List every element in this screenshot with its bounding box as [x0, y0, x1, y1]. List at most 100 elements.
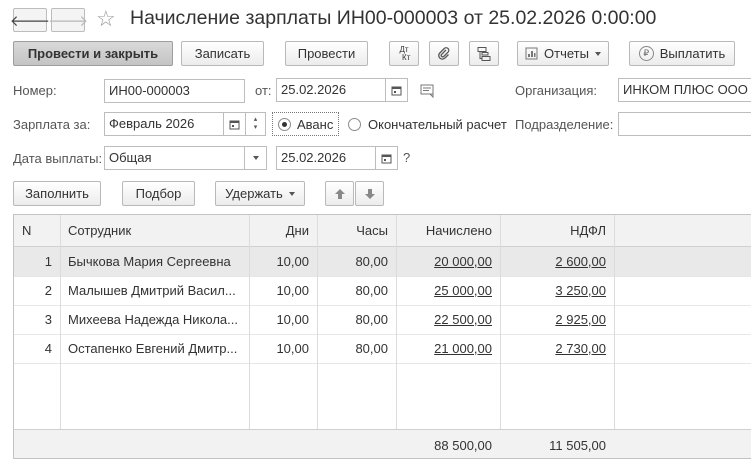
col-accrued[interactable]: Начислено — [396, 215, 500, 246]
table-row[interactable]: 4 Остапенко Евгений Дмитр... 10,00 80,00… — [14, 334, 751, 364]
forward-button[interactable]: 🡒 — [47, 8, 89, 32]
row-accrued[interactable]: 21 000,00 — [396, 334, 500, 363]
withhold-button[interactable]: Удержать — [215, 181, 305, 206]
column-divider — [249, 215, 250, 458]
row-accrued[interactable]: 20 000,00 — [396, 247, 500, 276]
advance-focus-frame — [272, 112, 339, 136]
row-accrued[interactable]: 22 500,00 — [396, 305, 500, 334]
column-divider — [500, 215, 501, 458]
row-ndfl[interactable]: 3 250,00 — [500, 276, 614, 305]
final-settlement-label[interactable]: Окончательный расчет — [368, 117, 507, 132]
row-employee: Михеева Надежда Никола... — [68, 312, 238, 327]
save-button[interactable]: Записать — [181, 41, 264, 66]
ndfl-link[interactable]: 2 600,00 — [555, 254, 606, 269]
row-accrued[interactable]: 25 000,00 — [396, 276, 500, 305]
move-down-icon — [364, 188, 375, 199]
ndfl-link[interactable]: 3 250,00 — [555, 283, 606, 298]
row-employee: Малышев Дмитрий Васил... — [68, 283, 236, 298]
accruals-table[interactable]: N Сотрудник Дни Часы Начислено НДФЛ 1 Бы… — [13, 214, 751, 459]
col-hours[interactable]: Часы — [317, 215, 396, 246]
reports-button[interactable]: Отчеты — [517, 41, 609, 66]
dropdown-icon — [252, 156, 259, 160]
accrued-link[interactable]: 20 000,00 — [434, 254, 492, 269]
table-header: N Сотрудник Дни Часы Начислено НДФЛ — [14, 215, 751, 247]
column-divider — [396, 215, 397, 458]
date-field[interactable]: 25.02.2026 — [276, 78, 386, 102]
final-settlement-radio[interactable] — [348, 118, 361, 131]
pay-type-dropdown-button[interactable] — [245, 146, 267, 170]
table-row[interactable]: 2 Малышев Дмитрий Васил... 10,00 80,00 2… — [14, 276, 751, 306]
structure-button[interactable] — [469, 41, 499, 66]
comment-icon[interactable] — [420, 84, 436, 98]
pay-date-field[interactable]: 25.02.2026 — [276, 146, 376, 170]
table-row[interactable]: 3 Михеева Надежда Никола... 10,00 80,00 … — [14, 305, 751, 335]
row-hours: 80,00 — [355, 312, 388, 327]
from-label: от: — [255, 83, 272, 98]
pay-button[interactable]: ₽ Выплатить — [629, 41, 735, 66]
dt-kt-button[interactable]: Дт Кт — [389, 41, 419, 66]
ndfl-link[interactable]: 2 925,00 — [555, 312, 606, 327]
accrued-link[interactable]: 21 000,00 — [434, 341, 492, 356]
post-and-close-button[interactable]: Провести и закрыть — [13, 41, 173, 66]
period-calendar-button[interactable] — [224, 112, 246, 136]
withhold-label: Удержать — [225, 186, 283, 201]
back-arrow-icon: 🡐 — [9, 12, 51, 30]
column-divider — [614, 215, 615, 458]
salary-for-label: Зарплата за: — [13, 117, 91, 132]
column-divider — [317, 215, 318, 458]
row-n: 1 — [44, 254, 52, 269]
col-n[interactable]: N — [14, 215, 60, 246]
coin-icon: ₽ — [638, 46, 654, 61]
accrued-link[interactable]: 25 000,00 — [434, 283, 492, 298]
row-ndfl[interactable]: 2 600,00 — [500, 247, 614, 276]
row-hours: 80,00 — [355, 283, 388, 298]
accrued-link[interactable]: 22 500,00 — [434, 312, 492, 327]
row-days: 10,00 — [276, 312, 309, 327]
calendar-icon — [381, 154, 392, 163]
star-icon[interactable]: ☆ — [96, 6, 116, 32]
fill-button[interactable]: Заполнить — [13, 181, 101, 206]
total-ndfl: 11 505,00 — [549, 437, 606, 453]
organization-field[interactable]: ИНКОМ ПЛЮС ООО — [618, 78, 751, 102]
structure-icon — [477, 46, 491, 61]
table-row[interactable]: 1 Бычкова Мария Сергеевна 10,00 80,00 20… — [14, 247, 751, 277]
organization-label: Организация: — [515, 83, 598, 98]
row-employee: Остапенко Евгений Дмитр... — [68, 341, 238, 356]
number-field[interactable]: ИН00-000003 — [104, 79, 245, 103]
row-n: 3 — [44, 312, 52, 327]
pay-date-label: Дата выплаты: — [13, 151, 103, 166]
move-up-button[interactable] — [325, 181, 354, 206]
col-employee[interactable]: Сотрудник — [60, 215, 249, 246]
period-spin-button[interactable]: ▴ ▾ — [246, 112, 266, 136]
window-title: Начисление зарплаты ИН00-000003 от 25.02… — [130, 7, 657, 29]
col-ndfl[interactable]: НДФЛ — [500, 215, 614, 246]
move-down-button[interactable] — [355, 181, 384, 206]
row-n: 4 — [44, 341, 52, 356]
row-ndfl[interactable]: 2 730,00 — [500, 334, 614, 363]
back-button[interactable]: 🡐 — [9, 8, 51, 32]
paperclip-icon — [438, 46, 450, 60]
table-footer: 88 500,00 11 505,00 — [14, 429, 751, 458]
col-days[interactable]: Дни — [249, 215, 317, 246]
salary-period-field[interactable]: Февраль 2026 — [104, 112, 224, 136]
number-label: Номер: — [13, 83, 57, 98]
row-hours: 80,00 — [355, 254, 388, 269]
post-button[interactable]: Провести — [285, 41, 368, 66]
attach-button[interactable] — [429, 41, 459, 66]
ndfl-link[interactable]: 2 730,00 — [555, 341, 606, 356]
pay-date-calendar-button[interactable] — [376, 146, 398, 170]
column-divider — [60, 215, 61, 458]
date-calendar-button[interactable] — [386, 78, 408, 102]
help-icon[interactable]: ? — [403, 150, 410, 165]
row-ndfl[interactable]: 2 925,00 — [500, 305, 614, 334]
row-days: 10,00 — [276, 341, 309, 356]
pay-type-field[interactable]: Общая — [104, 146, 245, 170]
total-accrued: 88 500,00 — [434, 437, 492, 453]
row-days: 10,00 — [276, 254, 309, 269]
subdivision-field[interactable] — [618, 112, 751, 136]
forward-arrow-icon: 🡒 — [47, 12, 89, 30]
calendar-icon — [229, 120, 240, 129]
pay-label: Выплатить — [659, 46, 726, 61]
select-button[interactable]: Подбор — [122, 181, 195, 206]
row-hours: 80,00 — [355, 341, 388, 356]
